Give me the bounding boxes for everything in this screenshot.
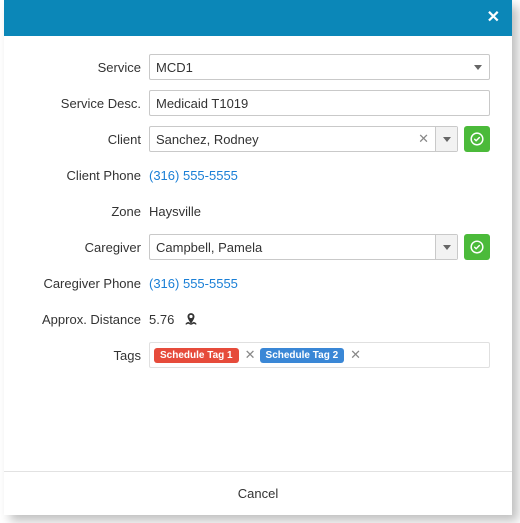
- client-phone-link[interactable]: (316) 555-5555: [149, 168, 238, 183]
- client-value: Sanchez, Rodney: [156, 132, 412, 147]
- chevron-down-icon[interactable]: [467, 55, 489, 79]
- tag-item[interactable]: Schedule Tag 2: [260, 348, 345, 363]
- tag-item[interactable]: Schedule Tag 1: [154, 348, 239, 363]
- row-approx-distance: Approx. Distance 5.76: [14, 306, 490, 332]
- chevron-down-icon[interactable]: [435, 235, 457, 259]
- check-circle-icon: [470, 132, 484, 146]
- check-circle-icon: [470, 240, 484, 254]
- client-select[interactable]: Sanchez, Rodney ✕: [149, 126, 458, 152]
- caregiver-phone-link[interactable]: (316) 555-5555: [149, 276, 238, 291]
- tag-remove-icon[interactable]: ✕: [346, 347, 365, 363]
- label-caregiver-phone: Caregiver Phone: [14, 276, 149, 291]
- label-caregiver: Caregiver: [14, 240, 149, 255]
- label-tags: Tags: [14, 348, 149, 363]
- approx-distance-value: 5.76: [149, 312, 174, 327]
- cancel-button[interactable]: Cancel: [238, 486, 278, 501]
- close-icon[interactable]: ✕: [487, 10, 500, 26]
- caregiver-value: Campbell, Pamela: [156, 240, 435, 255]
- chevron-down-icon[interactable]: [435, 127, 457, 151]
- row-caregiver: Caregiver Campbell, Pamela: [14, 234, 490, 260]
- row-zone: Zone Haysville: [14, 198, 490, 224]
- label-service: Service: [14, 60, 149, 75]
- dialog-body: Service MCD1 Service Desc. Medicaid T101…: [4, 36, 512, 471]
- dialog: ✕ Service MCD1 Service Desc. Medicaid T1…: [4, 0, 512, 515]
- service-desc-input[interactable]: Medicaid T1019: [149, 90, 490, 116]
- label-client: Client: [14, 132, 149, 147]
- row-service: Service MCD1: [14, 54, 490, 80]
- row-tags: Tags Schedule Tag 1 ✕ Schedule Tag 2 ✕: [14, 342, 490, 368]
- service-desc-value: Medicaid T1019: [156, 96, 248, 111]
- dialog-header: ✕: [4, 0, 512, 36]
- map-marker-icon[interactable]: [184, 312, 198, 326]
- label-zone: Zone: [14, 204, 149, 219]
- caregiver-select[interactable]: Campbell, Pamela: [149, 234, 458, 260]
- label-approx-distance: Approx. Distance: [14, 312, 149, 327]
- caregiver-confirm-button[interactable]: [464, 234, 490, 260]
- service-value: MCD1: [156, 60, 467, 75]
- zone-value: Haysville: [149, 204, 201, 219]
- tag-remove-icon[interactable]: ✕: [241, 347, 260, 363]
- row-service-desc: Service Desc. Medicaid T1019: [14, 90, 490, 116]
- service-select[interactable]: MCD1: [149, 54, 490, 80]
- dialog-footer: Cancel: [4, 471, 512, 515]
- client-confirm-button[interactable]: [464, 126, 490, 152]
- label-client-phone: Client Phone: [14, 168, 149, 183]
- tags-input[interactable]: Schedule Tag 1 ✕ Schedule Tag 2 ✕: [149, 342, 490, 368]
- row-client-phone: Client Phone (316) 555-5555: [14, 162, 490, 188]
- row-caregiver-phone: Caregiver Phone (316) 555-5555: [14, 270, 490, 296]
- label-service-desc: Service Desc.: [14, 96, 149, 111]
- row-client: Client Sanchez, Rodney ✕: [14, 126, 490, 152]
- client-clear-icon[interactable]: ✕: [412, 131, 435, 147]
